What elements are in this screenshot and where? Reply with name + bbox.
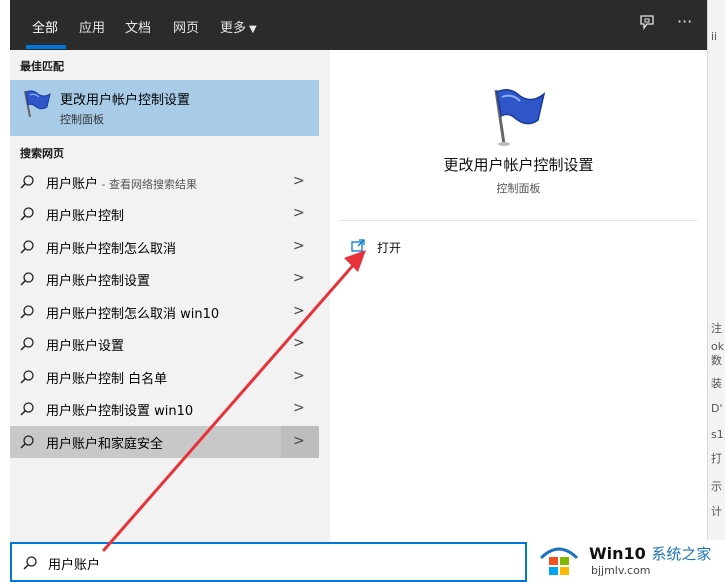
preview-title: 更改用户帐户控制设置 — [443, 156, 594, 174]
tab-apps[interactable]: 应用 — [79, 17, 105, 36]
list-item[interactable]: 用户账户设置 > — [10, 328, 319, 360]
best-match-subtitle: 控制面板 — [60, 113, 104, 126]
list-item[interactable]: 用户账户控制 > — [10, 198, 319, 230]
results-list: 最佳匹配 更改用户帐户控制设置 控制面板 搜索网页 用户账户 - 查看网络搜索结… — [10, 50, 319, 542]
best-match-title: 更改用户帐户控制设置 — [60, 93, 191, 108]
list-item-label: 用户账户控制 — [46, 209, 125, 224]
search-box[interactable] — [10, 542, 527, 582]
search-icon — [20, 402, 34, 416]
preview-pane: 更改用户帐户控制设置 控制面板 打开 — [330, 50, 707, 542]
list-item[interactable]: 用户账户控制设置 win10 > — [10, 393, 319, 425]
feedback-icon[interactable] — [638, 14, 656, 32]
flag-icon — [24, 90, 51, 118]
list-item-label: 用户账户控制设置 — [46, 274, 151, 289]
background-text: D' — [711, 402, 723, 415]
search-panel: 全部 应用 文档 网页 更多 ▼ ··· 最佳匹配 更改用户帐户控制设置 控制面板… — [10, 0, 707, 542]
chevron-right-icon: > — [293, 368, 305, 384]
background-window-edge: ii 注 ok 数 装 D' s1 打 示 计 — [707, 0, 725, 582]
list-item[interactable]: 用户账户 - 查看网络搜索结果 > — [10, 166, 319, 198]
list-item-label: 用户账户控制怎么取消 win10 — [46, 307, 220, 322]
active-tab-indicator — [26, 45, 66, 49]
tab-web[interactable]: 网页 — [173, 17, 199, 36]
watermark-url: bjjmlv.com — [591, 564, 651, 577]
list-item-label: 用户账户设置 — [46, 339, 125, 354]
background-text: 示 — [711, 480, 722, 493]
web-search-heading: 搜索网页 — [20, 147, 64, 160]
list-item-label: 用户账户控制设置 win10 — [46, 404, 194, 419]
list-item[interactable]: 用户账户控制设置 > — [10, 263, 319, 295]
search-icon — [20, 435, 34, 449]
divider — [340, 220, 697, 221]
chevron-right-icon: > — [293, 400, 305, 416]
search-icon — [20, 240, 34, 254]
preview-subtitle: 控制面板 — [496, 182, 541, 195]
background-text: 装 — [711, 377, 722, 390]
watermark: Win10 系统之家 bjjmlv.com — [533, 540, 725, 582]
search-icon — [23, 556, 37, 570]
background-text: 计 — [711, 505, 722, 518]
list-item-label: 用户账户控制 白名单 — [46, 372, 168, 387]
list-item[interactable]: 用户账户控制 白名单 > — [10, 361, 319, 393]
windows-logo — [539, 547, 579, 575]
chevron-right-icon: > — [293, 303, 305, 319]
chevron-right-icon: > — [293, 173, 305, 189]
list-item[interactable]: 用户账户和家庭安全 > — [10, 426, 319, 458]
chevron-right-icon: > — [293, 238, 305, 254]
tab-more[interactable]: 更多 ▼ — [220, 17, 257, 36]
background-text: ii — [711, 30, 718, 43]
search-icon — [20, 370, 34, 384]
search-icon — [20, 337, 34, 351]
list-item[interactable]: 用户账户控制怎么取消 win10 > — [10, 296, 319, 328]
search-icon — [20, 175, 34, 189]
search-icon — [20, 305, 34, 319]
list-item-label: 用户账户控制怎么取消 — [46, 242, 177, 257]
background-text: 注 — [711, 322, 722, 335]
open-icon — [351, 239, 365, 252]
more-icon[interactable]: ··· — [677, 12, 692, 31]
search-icon — [20, 207, 34, 221]
chevron-right-icon: > — [293, 433, 305, 449]
caret-down-icon: ▼ — [249, 24, 257, 35]
tab-all[interactable]: 全部 — [32, 17, 58, 36]
search-icon — [20, 272, 34, 286]
background-text: 数 — [711, 354, 722, 367]
open-label: 打开 — [377, 241, 402, 255]
best-match-heading: 最佳匹配 — [20, 60, 64, 73]
background-text: 打 — [711, 452, 722, 465]
flag-icon — [494, 89, 546, 146]
list-item[interactable]: 用户账户控制怎么取消 > — [10, 231, 319, 263]
tab-documents[interactable]: 文档 — [125, 17, 151, 36]
best-match-item[interactable]: 更改用户帐户控制设置 控制面板 — [10, 80, 319, 136]
list-item-label: 用户账户和家庭安全 — [46, 437, 164, 452]
watermark-title: Win10 系统之家 — [589, 544, 712, 563]
search-input[interactable] — [46, 550, 350, 576]
chevron-right-icon: > — [293, 205, 305, 221]
chevron-right-icon: > — [293, 270, 305, 286]
chevron-right-icon: > — [293, 335, 305, 351]
background-text: s1 — [711, 428, 724, 441]
search-tab-bar: 全部 应用 文档 网页 更多 ▼ ··· — [10, 0, 707, 50]
tab-more-label: 更多 — [220, 21, 247, 36]
list-item-label: 用户账户 - 查看网络搜索结果 — [46, 177, 197, 192]
